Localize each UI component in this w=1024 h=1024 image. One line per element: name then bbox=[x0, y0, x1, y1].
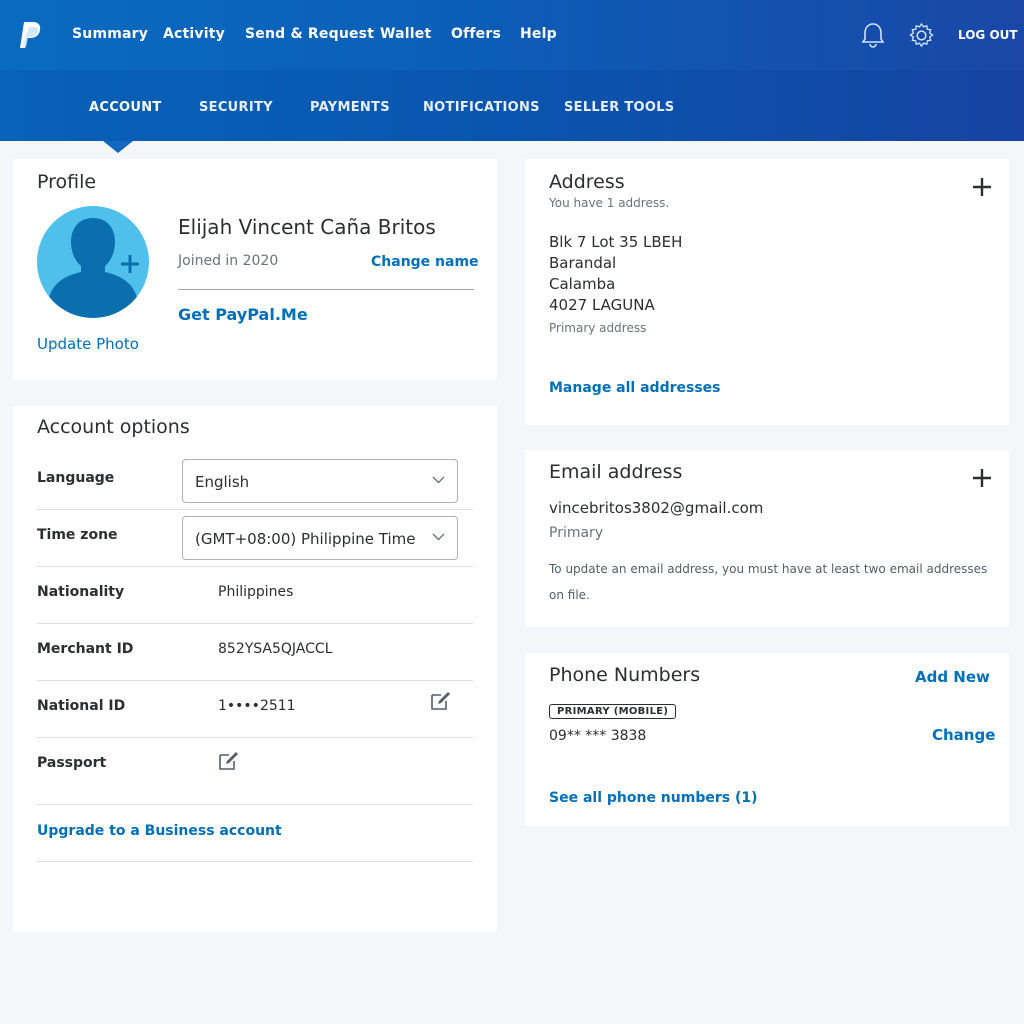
address-line-4: 4027 LAGUNA bbox=[549, 296, 655, 314]
account-options-title: Account options bbox=[37, 416, 190, 438]
edit-icon[interactable] bbox=[430, 691, 451, 711]
tab-account[interactable]: ACCOUNT bbox=[89, 100, 162, 115]
logout-button[interactable]: LOG OUT bbox=[958, 28, 1018, 42]
row-divider bbox=[37, 680, 473, 681]
joined-date: Joined in 2020 bbox=[178, 253, 279, 269]
nav-summary[interactable]: Summary bbox=[72, 26, 148, 42]
language-value: English bbox=[195, 473, 250, 491]
merchant-id-value: 852YSA5QJACCL bbox=[218, 641, 333, 657]
add-address-plus-icon[interactable] bbox=[972, 177, 992, 197]
add-email-plus-icon[interactable] bbox=[972, 468, 992, 488]
paypal-logo-icon[interactable] bbox=[18, 20, 44, 50]
nav-activity[interactable]: Activity bbox=[163, 26, 225, 42]
upgrade-business-link[interactable]: Upgrade to a Business account bbox=[37, 823, 282, 839]
address-count: You have 1 address. bbox=[549, 196, 670, 210]
passport-label: Passport bbox=[37, 755, 107, 771]
update-photo-link[interactable]: Update Photo bbox=[37, 335, 139, 353]
address-title: Address bbox=[549, 171, 625, 193]
nav-wallet[interactable]: Wallet bbox=[380, 26, 431, 42]
profile-title: Profile bbox=[37, 171, 97, 193]
language-label: Language bbox=[37, 470, 115, 486]
change-phone-link[interactable]: Change bbox=[932, 726, 995, 744]
email-note-line-1: To update an email address, you must hav… bbox=[549, 562, 988, 576]
email-primary-label: Primary bbox=[549, 525, 604, 541]
nav-help[interactable]: Help bbox=[520, 26, 557, 42]
profile-name: Elijah Vincent Caña Britos bbox=[178, 215, 436, 239]
account-options-card: Account options Language English Time zo… bbox=[13, 406, 497, 932]
row-divider bbox=[37, 737, 473, 738]
address-line-3: Calamba bbox=[549, 275, 616, 293]
top-nav: Summary Activity Send & Request Wallet O… bbox=[0, 0, 1024, 70]
change-name-link[interactable]: Change name bbox=[371, 254, 479, 270]
row-divider bbox=[37, 623, 473, 624]
gear-icon[interactable] bbox=[908, 22, 935, 49]
header: Summary Activity Send & Request Wallet O… bbox=[0, 0, 1024, 141]
national-id-label: National ID bbox=[37, 698, 126, 714]
get-paypal-me-link[interactable]: Get PayPal.Me bbox=[178, 305, 308, 324]
primary-mobile-badge: PRIMARY (MOBILE) bbox=[549, 704, 677, 719]
tab-notifications[interactable]: NOTIFICATIONS bbox=[423, 100, 540, 115]
email-title: Email address bbox=[549, 461, 683, 483]
tab-payments[interactable]: PAYMENTS bbox=[310, 100, 390, 115]
tab-security[interactable]: SECURITY bbox=[199, 100, 273, 115]
profile-card: Profile Update Photo Elijah Vincent Caña… bbox=[13, 159, 497, 380]
chevron-down-icon bbox=[432, 476, 445, 484]
email-note-line-2: on file. bbox=[549, 588, 590, 602]
timezone-select[interactable]: (GMT+08:00) Philippine Time bbox=[182, 516, 458, 560]
phone-title: Phone Numbers bbox=[549, 664, 701, 686]
bell-icon[interactable] bbox=[861, 22, 885, 48]
nav-send-request[interactable]: Send & Request bbox=[245, 26, 374, 42]
row-divider bbox=[37, 566, 473, 567]
merchant-id-label: Merchant ID bbox=[37, 641, 134, 657]
language-select[interactable]: English bbox=[182, 459, 458, 503]
see-all-phones-link[interactable]: See all phone numbers (1) bbox=[549, 790, 758, 806]
profile-divider bbox=[178, 289, 474, 290]
active-tab-indicator bbox=[103, 141, 133, 153]
sub-nav: ACCOUNT SECURITY PAYMENTS NOTIFICATIONS … bbox=[0, 70, 1024, 141]
timezone-value: (GMT+08:00) Philippine Time bbox=[195, 530, 416, 548]
email-address: vincebritos3802@gmail.com bbox=[549, 499, 764, 517]
address-line-2: Barandal bbox=[549, 254, 617, 272]
row-divider bbox=[37, 804, 473, 805]
row-divider bbox=[37, 509, 473, 510]
phone-card: Phone Numbers Add New PRIMARY (MOBILE) 0… bbox=[525, 653, 1009, 826]
tab-seller-tools[interactable]: SELLER TOOLS bbox=[564, 100, 674, 115]
email-card: Email address vincebritos3802@gmail.com … bbox=[525, 450, 1009, 627]
add-new-phone-link[interactable]: Add New bbox=[915, 668, 990, 686]
nav-offers[interactable]: Offers bbox=[451, 26, 501, 42]
nationality-label: Nationality bbox=[37, 584, 125, 600]
user-silhouette-icon bbox=[49, 218, 139, 318]
row-divider bbox=[37, 861, 473, 862]
timezone-label: Time zone bbox=[37, 527, 118, 543]
nationality-value: Philippines bbox=[218, 584, 294, 600]
phone-number: 09** *** 3838 bbox=[549, 728, 647, 744]
manage-addresses-link[interactable]: Manage all addresses bbox=[549, 380, 721, 396]
address-line-1: Blk 7 Lot 35 LBEH bbox=[549, 233, 683, 251]
national-id-value: 1••••2511 bbox=[218, 698, 296, 714]
edit-icon[interactable] bbox=[218, 751, 239, 771]
chevron-down-icon bbox=[432, 533, 445, 541]
address-card: Address You have 1 address. Blk 7 Lot 35… bbox=[525, 159, 1009, 425]
primary-address-label: Primary address bbox=[549, 321, 647, 335]
avatar[interactable] bbox=[37, 206, 149, 318]
